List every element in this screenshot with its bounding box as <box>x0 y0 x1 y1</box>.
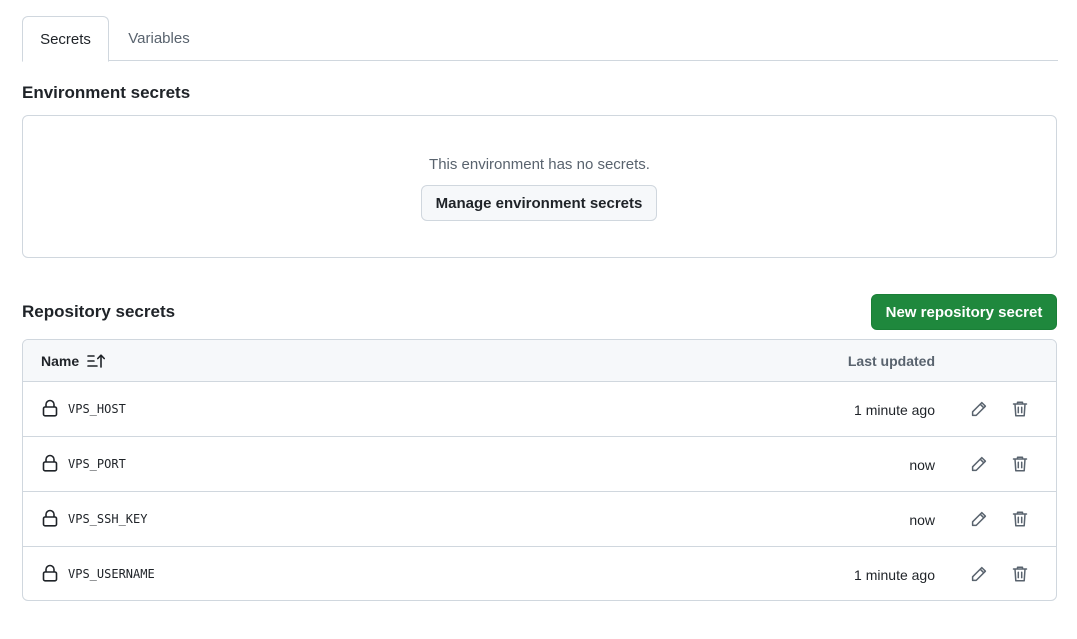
pencil-icon <box>971 566 987 582</box>
table-row: VPS_SSH_KEY now <box>23 492 1056 547</box>
trash-icon <box>1012 566 1028 582</box>
lock-icon <box>42 399 58 417</box>
last-updated-column-header: Last updated <box>847 353 935 369</box>
manage-environment-secrets-button[interactable]: Manage environment secrets <box>421 185 657 221</box>
secret-last-updated: 1 minute ago <box>854 402 935 418</box>
secret-last-updated: now <box>909 512 935 528</box>
edit-secret-button[interactable] <box>967 452 991 476</box>
repository-secrets-table: Name Last updated VPS_HOST 1 minute ago <box>22 339 1057 601</box>
pencil-icon <box>971 511 987 527</box>
lock-icon <box>42 564 58 582</box>
trash-icon <box>1012 511 1028 527</box>
table-row: VPS_USERNAME 1 minute ago <box>23 547 1056 600</box>
secret-name: VPS_USERNAME <box>68 567 155 581</box>
lock-icon <box>42 509 58 527</box>
edit-secret-button[interactable] <box>967 507 991 531</box>
secret-name: VPS_PORT <box>68 457 126 471</box>
pencil-icon <box>971 401 987 417</box>
environment-secrets-empty-text: This environment has no secrets. <box>429 156 650 173</box>
trash-icon <box>1012 401 1028 417</box>
table-header: Name Last updated <box>23 340 1056 382</box>
table-row: VPS_HOST 1 minute ago <box>23 382 1056 437</box>
secrets-variables-tabs: Secrets Variables <box>22 16 1058 62</box>
lock-icon <box>42 454 58 472</box>
delete-secret-button[interactable] <box>1008 397 1032 421</box>
secret-last-updated: now <box>909 457 935 473</box>
environment-secrets-box: This environment has no secrets. Manage … <box>22 115 1057 258</box>
tab-variables[interactable]: Variables <box>109 16 209 61</box>
pencil-icon <box>971 456 987 472</box>
edit-secret-button[interactable] <box>967 562 991 586</box>
secret-name: VPS_HOST <box>68 402 126 416</box>
name-column-header[interactable]: Name <box>41 353 106 369</box>
new-repository-secret-button[interactable]: New repository secret <box>871 294 1057 330</box>
edit-secret-button[interactable] <box>967 397 991 421</box>
delete-secret-button[interactable] <box>1008 562 1032 586</box>
delete-secret-button[interactable] <box>1008 507 1032 531</box>
secret-last-updated: 1 minute ago <box>854 567 935 583</box>
repository-secrets-heading: Repository secrets <box>22 302 176 321</box>
tab-secrets[interactable]: Secrets <box>22 16 109 62</box>
environment-secrets-heading: Environment secrets <box>22 83 191 102</box>
sort-ascending-icon <box>87 354 106 368</box>
delete-secret-button[interactable] <box>1008 452 1032 476</box>
secret-name: VPS_SSH_KEY <box>68 512 148 526</box>
trash-icon <box>1012 456 1028 472</box>
table-row: VPS_PORT now <box>23 437 1056 492</box>
name-column-label: Name <box>41 353 80 369</box>
